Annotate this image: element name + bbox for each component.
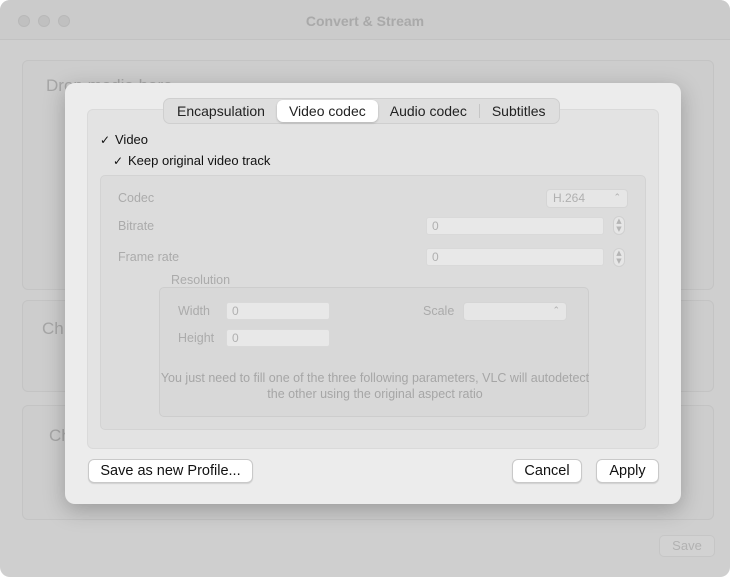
save-as-new-profile-button[interactable]: Save as new Profile... bbox=[88, 459, 253, 483]
tab-bar: Encapsulation Video codec Audio codec Su… bbox=[163, 98, 560, 124]
save-button: Save bbox=[659, 535, 715, 557]
tab-encapsulation[interactable]: Encapsulation bbox=[165, 100, 277, 122]
video-checkbox[interactable]: ✓ Video bbox=[100, 132, 148, 147]
stepper-down-icon: ▼ bbox=[616, 225, 622, 233]
width-input[interactable]: 0 bbox=[226, 302, 330, 320]
checkmark-icon: ✓ bbox=[100, 132, 111, 147]
height-label: Height bbox=[178, 331, 215, 345]
checkmark-icon: ✓ bbox=[113, 153, 124, 168]
frame-rate-label: Frame rate bbox=[118, 250, 180, 264]
cancel-button[interactable]: Cancel bbox=[512, 459, 582, 483]
resolution-title: Resolution bbox=[171, 273, 231, 287]
frame-rate-input[interactable]: 0 bbox=[426, 248, 604, 266]
profile-edit-sheet: Encapsulation Video codec Audio codec Su… bbox=[65, 83, 681, 504]
codec-select[interactable]: H.264 ⌃ bbox=[546, 189, 628, 208]
chevron-up-down-icon: ⌃ bbox=[552, 306, 560, 316]
resolution-group: Width 0 Scale ⌃ Height 0 You just need t… bbox=[159, 287, 589, 417]
video-checkbox-label: Video bbox=[115, 132, 149, 147]
stepper-up-icon: ▲ bbox=[616, 217, 622, 225]
scale-label: Scale bbox=[423, 304, 455, 318]
keep-original-track-checkbox[interactable]: ✓ Keep original video track bbox=[113, 153, 270, 168]
title-bar: Convert & Stream bbox=[0, 0, 730, 40]
video-settings-panel: Codec H.264 ⌃ Bitrate 0 ▲ ▼ Frame rate 0 … bbox=[100, 175, 646, 430]
apply-button[interactable]: Apply bbox=[596, 459, 659, 483]
bitrate-stepper[interactable]: ▲ ▼ bbox=[613, 216, 625, 235]
scale-select[interactable]: ⌃ bbox=[463, 302, 567, 321]
resolution-hint: You just need to fill one of the three f… bbox=[160, 371, 590, 401]
bitrate-label: Bitrate bbox=[118, 219, 155, 233]
tab-video-codec[interactable]: Video codec bbox=[276, 100, 378, 122]
window-title: Convert & Stream bbox=[305, 13, 425, 29]
codec-label: Codec bbox=[118, 191, 155, 205]
bitrate-input[interactable]: 0 bbox=[426, 217, 604, 235]
keep-original-track-label: Keep original video track bbox=[128, 153, 271, 168]
width-label: Width bbox=[178, 304, 210, 318]
frame-rate-stepper[interactable]: ▲ ▼ bbox=[613, 248, 625, 267]
height-input[interactable]: 0 bbox=[226, 329, 330, 347]
chevron-up-down-icon: ⌃ bbox=[613, 193, 621, 203]
stepper-up-icon: ▲ bbox=[616, 249, 622, 257]
codec-select-value: H.264 bbox=[553, 191, 586, 205]
tab-audio-codec[interactable]: Audio codec bbox=[378, 100, 479, 122]
tab-subtitles[interactable]: Subtitles bbox=[480, 100, 558, 122]
stepper-down-icon: ▼ bbox=[616, 257, 622, 265]
section-label: Ch bbox=[42, 319, 64, 338]
